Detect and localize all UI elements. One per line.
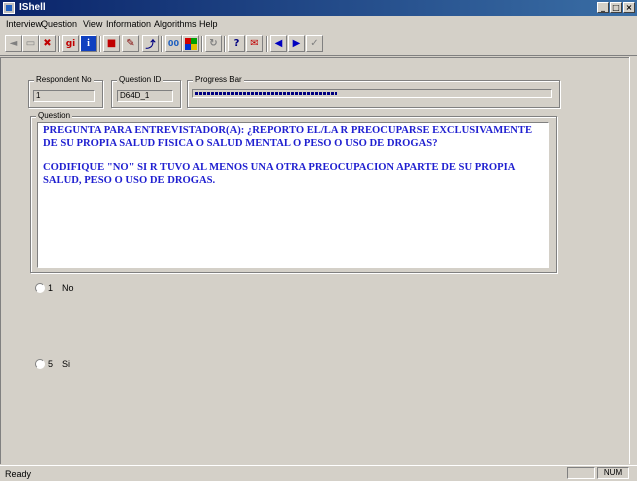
progress-label: Progress Bar (193, 75, 244, 84)
jump-icon[interactable]: ⤴ (142, 35, 159, 52)
info-icon[interactable]: i (80, 35, 97, 52)
vertical-scrollbar[interactable] (629, 57, 637, 464)
blank-icon[interactable]: ▭ (22, 35, 39, 52)
color-palette-icon[interactable] (182, 35, 199, 52)
next-icon[interactable]: ▶ (288, 35, 305, 52)
edit-icon[interactable]: ✎ (122, 35, 139, 52)
radio-no[interactable] (35, 283, 45, 293)
menu-algorithms[interactable]: Algorithms (154, 19, 197, 29)
check-icon[interactable]: ✓ (306, 35, 323, 52)
status-panel-num: NUM (597, 467, 629, 479)
window-title: IShell (19, 2, 46, 13)
cancel-icon[interactable]: ✖ (39, 35, 56, 52)
close-button[interactable]: × (623, 2, 635, 13)
question-paragraph-2: CODIFIQUE "NO" SI R TUVO AL MENOS UNA OT… (43, 162, 515, 186)
menu-view[interactable]: View (83, 19, 102, 29)
respondent-field: 1 (33, 90, 95, 102)
app-icon (3, 2, 15, 14)
option-si[interactable]: 5 Si (35, 359, 70, 369)
menu-question[interactable]: Question (41, 19, 77, 29)
question-text-box: PREGUNTA PARA ENTREVISTADOR(A): ¿REPORTO… (37, 122, 549, 268)
status-bar: Ready NUM (0, 465, 637, 481)
question-mark-icon[interactable]: ? (228, 35, 245, 52)
note-icon[interactable]: ✉ (246, 35, 263, 52)
menu-help[interactable]: Help (199, 19, 218, 29)
question-paragraph-1: PREGUNTA PARA ENTREVISTADOR(A): ¿REPORTO… (43, 125, 533, 149)
option-no-code: 1 (48, 283, 54, 293)
menu-bar: Interview Question View Information Algo… (0, 17, 637, 32)
maximize-button[interactable]: □ (610, 2, 622, 13)
previous-icon[interactable]: ◀ (270, 35, 287, 52)
help-gi-icon[interactable]: gi (62, 35, 79, 52)
respondent-label: Respondent No (34, 75, 94, 84)
option-no[interactable]: 1 No (35, 283, 74, 293)
refresh-icon[interactable]: ↻ (205, 35, 222, 52)
progress-bar (192, 89, 552, 98)
question-id-field: D64D_1 (117, 90, 173, 102)
status-text: Ready (5, 469, 32, 479)
status-panel-caps (567, 467, 595, 479)
title-bar: IShell _ □ × (0, 0, 637, 16)
red-square-icon[interactable]: ■ (103, 35, 120, 52)
option-si-label: Si (62, 359, 71, 369)
question-id-label: Question ID (117, 75, 164, 84)
menu-information[interactable]: Information (106, 19, 151, 29)
option-no-label: No (62, 283, 74, 293)
stats-icon[interactable]: 00 (165, 35, 182, 52)
minimize-button[interactable]: _ (597, 2, 609, 13)
progress-fill (195, 92, 337, 95)
back-icon[interactable]: ◄ (5, 35, 22, 52)
option-si-code: 5 (48, 359, 54, 369)
toolbar: ◄ ▭ ✖ gi i ■ ✎ ⤴ 00 ↻ ? ✉ ◀ ▶ ✓ (0, 33, 637, 56)
question-label: Question (36, 111, 73, 120)
radio-si[interactable] (35, 359, 45, 369)
menu-interview[interactable]: Interview (6, 19, 42, 29)
